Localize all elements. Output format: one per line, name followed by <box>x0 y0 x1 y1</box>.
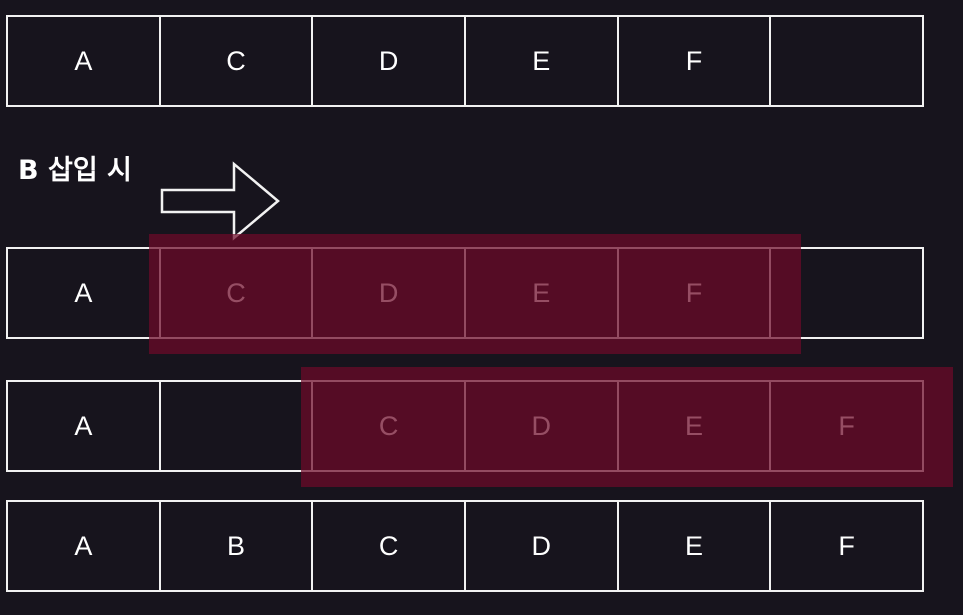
array-cell: C <box>158 247 314 339</box>
array-cell: A <box>6 247 161 339</box>
array-cell <box>769 15 924 107</box>
array-cell: A <box>6 500 161 592</box>
array-row-final: A B C D E F <box>6 500 934 592</box>
array-cell: D <box>311 15 466 107</box>
array-cell: F <box>616 247 772 339</box>
array-cell: C <box>311 380 466 472</box>
array-row-initial: A C D E F <box>6 15 934 107</box>
array-cell: B <box>158 500 314 592</box>
array-row-after-shift: A C D E F <box>6 380 934 472</box>
array-cell: E <box>463 15 619 107</box>
array-row-before-shift: A C D E F <box>6 247 934 339</box>
array-cell: F <box>616 15 772 107</box>
array-cell: E <box>616 380 772 472</box>
array-cell: F <box>769 380 924 472</box>
array-cell: E <box>616 500 772 592</box>
array-cell: D <box>463 500 619 592</box>
right-arrow-icon <box>160 161 280 241</box>
array-cell: D <box>463 380 619 472</box>
array-cell: E <box>463 247 619 339</box>
array-cell: A <box>6 15 161 107</box>
insert-caption: B 삽입 시 <box>18 155 132 186</box>
array-cell: C <box>311 500 466 592</box>
array-cell: A <box>6 380 161 472</box>
array-cell <box>158 380 314 472</box>
array-cell <box>769 247 924 339</box>
array-cell: C <box>158 15 314 107</box>
array-cell: F <box>769 500 924 592</box>
array-cell: D <box>311 247 466 339</box>
